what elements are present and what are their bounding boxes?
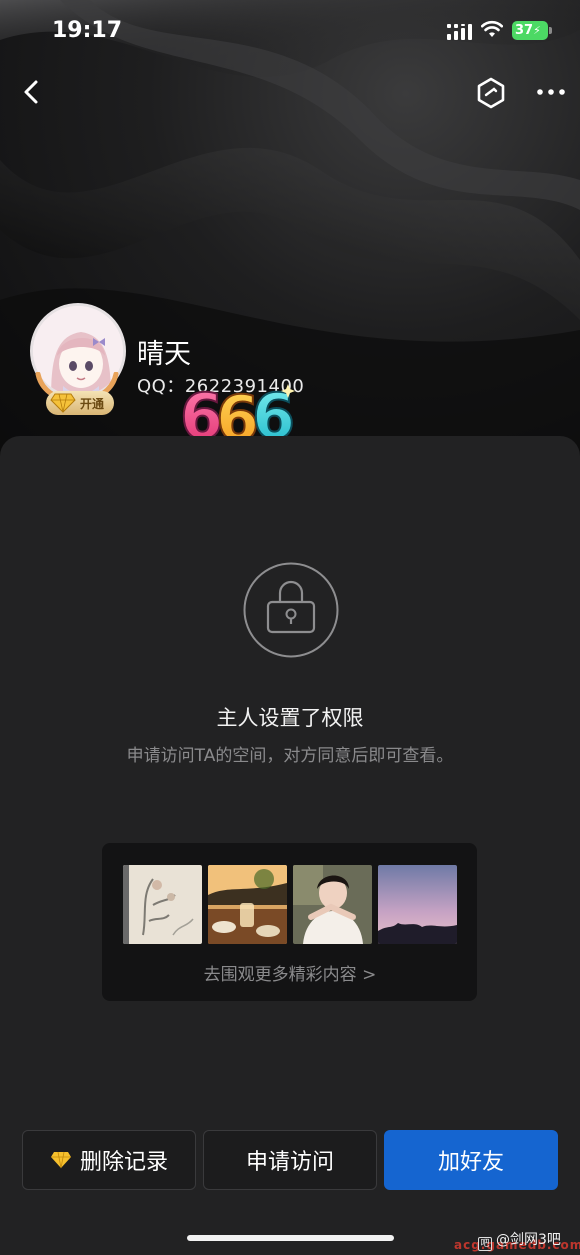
- permission-title: 主人设置了权限: [216, 706, 364, 730]
- apply-visit-label: 申请访问: [245, 1150, 334, 1175]
- more-options-icon[interactable]: [536, 80, 566, 104]
- tieba-logo-icon: 吧: [478, 1237, 492, 1251]
- watermark: 吧 @剑网3吧: [478, 1229, 561, 1251]
- status-time: 19:17: [52, 18, 123, 43]
- battery-level: 37: [515, 23, 534, 38]
- cellular-signal-icon: [447, 24, 472, 40]
- diamond-icon: [50, 1151, 71, 1169]
- delete-record-label: 删除记录: [79, 1150, 168, 1175]
- share-hexagon-icon[interactable]: [476, 77, 506, 109]
- status-bar: 19:17 37⚡: [0, 0, 580, 62]
- delete-record-button[interactable]: 删除记录: [22, 1130, 196, 1190]
- explore-more-link[interactable]: 去围观更多精彩内容 >: [0, 960, 580, 985]
- dining-table-thumbnail[interactable]: [208, 865, 287, 944]
- home-indicator: [187, 1235, 394, 1241]
- add-friend-label: 加好友: [437, 1150, 504, 1175]
- ink-painting-thumbnail[interactable]: [123, 865, 202, 944]
- vip-open-badge[interactable]: 开通: [46, 391, 114, 415]
- portrait-thumbnail[interactable]: [293, 865, 372, 944]
- back-arrow-icon[interactable]: [16, 76, 48, 108]
- vip-badge-label: 开通: [80, 396, 105, 411]
- profile-name: 晴天: [137, 339, 191, 370]
- diamond-icon: [50, 393, 76, 413]
- add-friend-button[interactable]: 加好友: [384, 1130, 558, 1190]
- watermark-text: @剑网3吧: [496, 1232, 561, 1248]
- wifi-icon: [481, 20, 503, 37]
- apply-visit-button[interactable]: 申请访问: [203, 1130, 377, 1190]
- permission-subtitle: 申请访问TA的空间，对方同意后即可查看。: [126, 746, 454, 766]
- charging-bolt-icon: ⚡: [533, 24, 541, 37]
- battery-indicator: 37⚡: [512, 21, 552, 40]
- sunset-sky-thumbnail[interactable]: [378, 865, 457, 944]
- lock-icon: [243, 562, 339, 658]
